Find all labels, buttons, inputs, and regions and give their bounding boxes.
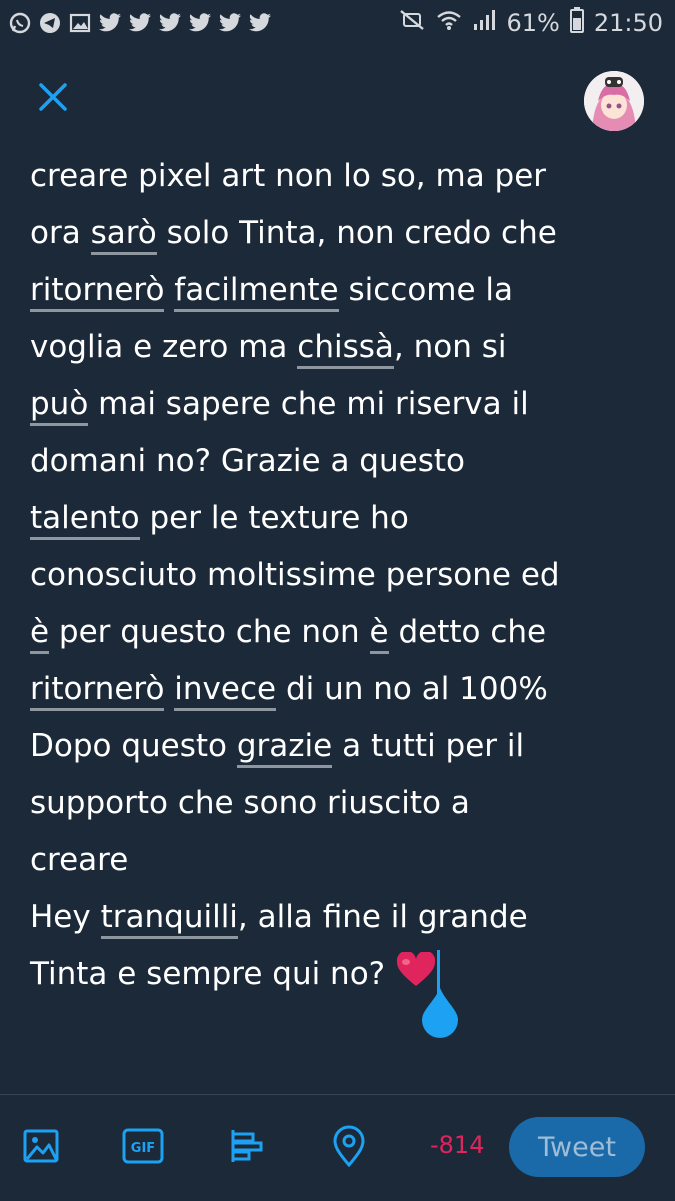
underlined-word: sarò bbox=[90, 215, 157, 255]
close-button[interactable] bbox=[30, 76, 76, 122]
text-segment: mai sapere che mi riserva il bbox=[88, 386, 529, 422]
text-segment: , alla fine il grande bbox=[237, 899, 528, 935]
mute-icon bbox=[398, 8, 426, 38]
tweet-text-input[interactable]: creare pixel art non lo so, ma per ora sa… bbox=[30, 148, 660, 1038]
text-line: talento per le texture ho bbox=[30, 490, 660, 547]
twitter-icon bbox=[98, 11, 122, 35]
notification-icons bbox=[0, 11, 272, 35]
twitter-icon bbox=[158, 11, 182, 35]
add-gif-button[interactable]: GIF bbox=[120, 1125, 166, 1171]
underlined-word: tranquilli bbox=[100, 899, 238, 939]
text-line: conosciuto moltissime persone ed bbox=[30, 547, 660, 604]
text-segment: detto che bbox=[388, 614, 547, 650]
gif-icon: GIF bbox=[121, 1126, 165, 1170]
image-icon bbox=[21, 1126, 61, 1170]
text-line: ritornerò facilmente siccome la bbox=[30, 262, 660, 319]
text-segment: solo Tinta, non credo che bbox=[156, 215, 557, 251]
text-line: ritornerò invece di un no al 100% bbox=[30, 661, 660, 718]
underlined-word: ritornerò bbox=[30, 272, 165, 312]
text-segment bbox=[164, 671, 174, 707]
battery-icon bbox=[569, 7, 584, 39]
add-location-button[interactable] bbox=[326, 1125, 372, 1171]
text-line: è per questo che non è detto che bbox=[30, 604, 660, 661]
text-segment: per le texture ho bbox=[139, 500, 409, 536]
text-segment: di un no al 100% bbox=[276, 671, 548, 707]
compose-toolbar: GIF -814 Tweet bbox=[0, 1094, 675, 1201]
text-segment: Tinta e sempre qui no? bbox=[30, 956, 395, 992]
text-segment: supporto che sono riuscito a bbox=[30, 785, 470, 821]
character-counter: -814 bbox=[430, 1131, 485, 1159]
twitter-icon bbox=[218, 11, 242, 35]
avatar[interactable] bbox=[584, 71, 644, 131]
twitter-icon bbox=[128, 11, 152, 35]
underlined-word: è bbox=[369, 614, 389, 654]
text-segment: Dopo questo bbox=[30, 728, 237, 764]
underlined-word: è bbox=[30, 614, 50, 654]
add-photo-button[interactable] bbox=[18, 1125, 64, 1171]
text-segment: , non si bbox=[393, 329, 507, 365]
cursor-handle[interactable] bbox=[420, 988, 460, 1038]
add-poll-button[interactable] bbox=[224, 1125, 270, 1171]
location-icon bbox=[329, 1124, 369, 1172]
underlined-word: ritornerò bbox=[30, 671, 165, 711]
whatsapp-icon bbox=[8, 11, 32, 35]
text-segment: creare bbox=[30, 842, 129, 878]
underlined-word: talento bbox=[30, 500, 140, 540]
text-line: creare bbox=[30, 832, 660, 889]
telegram-icon bbox=[38, 11, 62, 35]
text-line: supporto che sono riuscito a bbox=[30, 775, 660, 832]
battery-percent: 61% bbox=[506, 9, 560, 37]
gif-label: GIF bbox=[131, 1141, 155, 1156]
text-segment: ora bbox=[30, 215, 91, 251]
status-bar: 61% 21:50 bbox=[0, 0, 675, 46]
text-line: Hey tranquilli, alla fine il grande bbox=[30, 889, 660, 946]
clock: 21:50 bbox=[593, 9, 663, 37]
twitter-icon bbox=[188, 11, 212, 35]
close-icon bbox=[38, 82, 68, 116]
tweet-button[interactable]: Tweet bbox=[509, 1117, 645, 1177]
text-line: Dopo questo grazie a tutti per il bbox=[30, 718, 660, 775]
text-segment: creare pixel art non lo so, ma per bbox=[30, 158, 547, 194]
text-segment: per questo che non bbox=[49, 614, 370, 650]
twitter-icon bbox=[248, 11, 272, 35]
text-segment: conosciuto moltissime persone ed bbox=[30, 557, 560, 593]
text-line: Tinta e sempre qui no? bbox=[30, 946, 660, 1038]
text-segment: a tutti per il bbox=[332, 728, 525, 764]
text-cursor[interactable] bbox=[421, 950, 458, 1038]
system-status: 61% 21:50 bbox=[398, 7, 675, 39]
image-icon bbox=[68, 11, 92, 35]
text-line: ora sarò solo Tinta, non credo che bbox=[30, 205, 660, 262]
underlined-word: chissà bbox=[297, 329, 394, 369]
text-segment bbox=[164, 272, 174, 308]
text-line: può mai sapere che mi riserva il bbox=[30, 376, 660, 433]
underlined-word: invece bbox=[174, 671, 277, 711]
underlined-word: facilmente bbox=[174, 272, 339, 312]
text-segment: voglia e zero ma bbox=[30, 329, 298, 365]
text-segment: siccome la bbox=[338, 272, 514, 308]
text-line: domani no? Grazie a questo bbox=[30, 433, 660, 490]
text-segment: domani no? Grazie a questo bbox=[30, 443, 465, 479]
text-line: creare pixel art non lo so, ma per bbox=[30, 148, 660, 205]
underlined-word: grazie bbox=[236, 728, 333, 768]
signal-icon bbox=[472, 8, 496, 38]
underlined-word: può bbox=[30, 386, 89, 426]
wifi-icon bbox=[436, 8, 462, 38]
text-segment: Hey bbox=[30, 899, 101, 935]
compose-header bbox=[0, 46, 675, 146]
poll-icon bbox=[227, 1126, 267, 1170]
text-line: voglia e zero ma chissà, non si bbox=[30, 319, 660, 376]
